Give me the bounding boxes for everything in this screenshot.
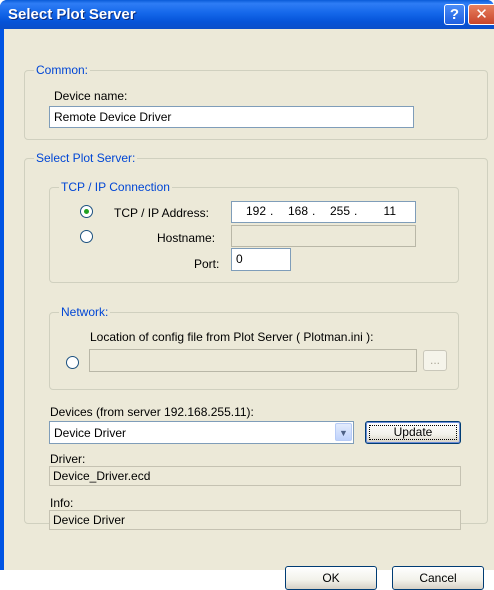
help-button[interactable]: ? [444,4,465,25]
info-label: Info: [50,496,74,510]
common-group [24,70,488,140]
network-radio[interactable] [66,356,79,369]
ip-separator-1: . [270,204,274,218]
title-bar[interactable]: Select Plot Server ? ✕ [0,0,494,29]
config-file-label: Location of config file from Plot Server… [90,330,374,344]
dialog-body: Common: Device name: Remote Device Drive… [4,29,494,590]
hostname-radio[interactable] [80,230,93,243]
devices-selected-value: Device Driver [54,426,127,440]
window-title: Select Plot Server [8,6,136,23]
focus-rectangle [369,425,457,440]
dialog-window: Select Plot Server ? ✕ Common: Device na… [0,0,494,590]
tcp-ip-legend: TCP / IP Connection [59,180,172,194]
ip-octet-2: 168 [287,204,308,218]
ip-octet-1: 192 [245,204,266,218]
ip-separator-3: . [354,204,358,218]
info-value: Device Driver [49,510,461,530]
devices-label: Devices (from server 192.168.255.11): [50,405,254,419]
close-button[interactable]: ✕ [468,4,494,25]
close-icon: ✕ [475,6,488,23]
ip-octet-3: 255 [329,204,350,218]
help-icon: ? [449,6,460,23]
hostname-label: Hostname: [157,231,216,245]
device-name-label: Device name: [54,89,128,103]
port-label: Port: [194,257,220,271]
radio-selected-dot [84,209,89,214]
ip-octet-4: 11 [383,204,396,218]
config-file-input[interactable] [89,349,417,372]
device-name-input[interactable]: Remote Device Driver [49,106,414,128]
browse-button[interactable]: ... [423,350,447,371]
driver-value: Device_Driver.ecd [49,466,461,486]
network-legend: Network: [59,305,111,319]
port-input[interactable]: 0 [231,248,291,271]
ip-address-radio[interactable] [80,205,93,218]
update-button[interactable]: Update [365,421,461,444]
ip-address-label: TCP / IP Address: [114,206,209,220]
chevron-down-icon[interactable]: ▼ [335,423,352,441]
driver-label: Driver: [50,452,86,466]
select-plot-server-legend: Select Plot Server: [34,151,138,165]
ip-separator-2: . [312,204,316,218]
common-legend: Common: [34,63,91,77]
hostname-input[interactable] [231,225,416,247]
devices-dropdown[interactable]: Device Driver ▼ [49,421,354,444]
ip-address-field[interactable]: 192 . 168 . 255 . 11 [231,201,416,223]
